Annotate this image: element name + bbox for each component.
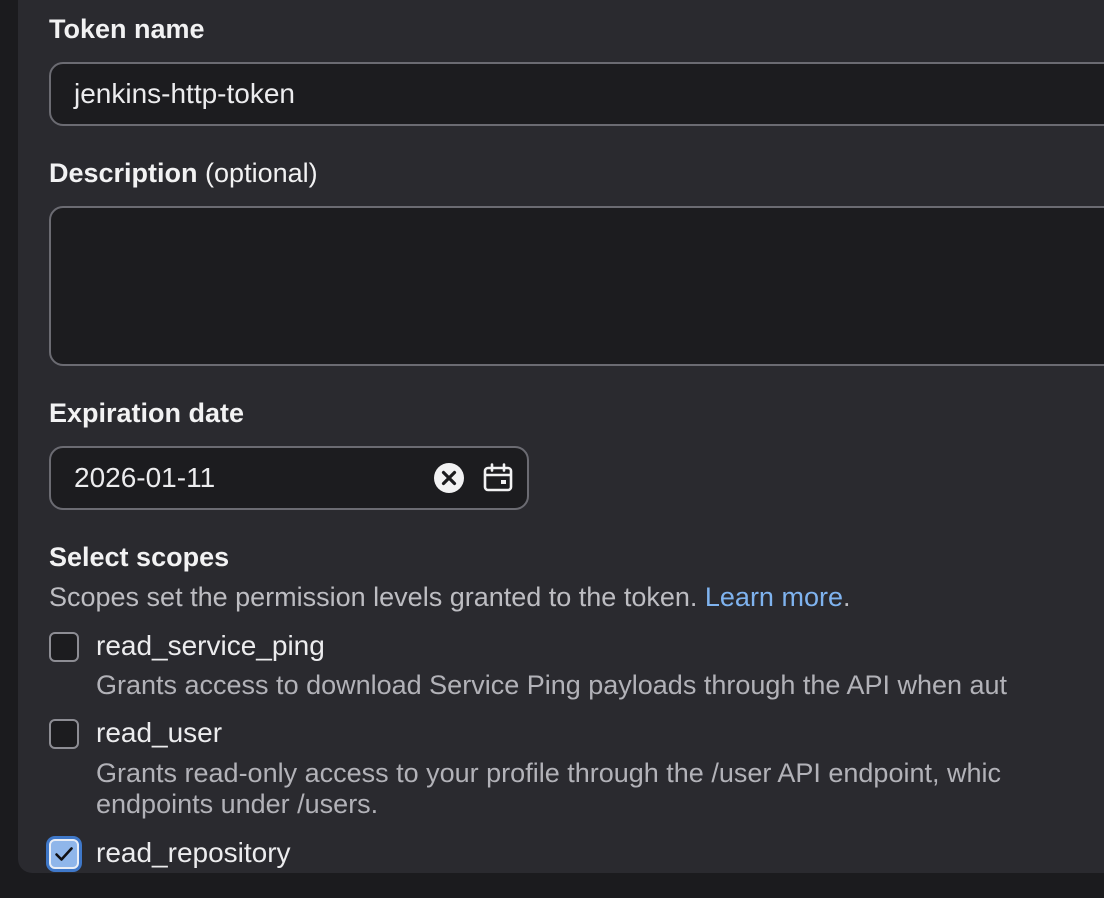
learn-more-link[interactable]: Learn more [705, 582, 843, 612]
token-name-input[interactable]: jenkins-http-token [49, 62, 1104, 126]
description-optional-text: (optional) [205, 158, 318, 188]
read-service-ping-description: Grants access to download Service Ping p… [96, 670, 1008, 700]
scopes-help-sentence: Scopes set the permission levels granted… [49, 582, 698, 612]
description-label-text: Description [49, 158, 198, 188]
read-repository-label[interactable]: read_repository [96, 837, 291, 869]
expiration-date-value: 2026-01-11 [74, 462, 216, 493]
scopes-help-text: Scopes set the permission levels granted… [49, 582, 850, 613]
scopes-help-period: . [842, 582, 851, 612]
expiration-date-label: Expiration date [49, 398, 245, 428]
clear-date-icon[interactable] [433, 462, 465, 494]
read-user-description-line1: Grants read-only access to your profile … [96, 758, 1001, 788]
token-name-value: jenkins-http-token [74, 78, 296, 109]
description-textarea[interactable] [49, 206, 1104, 366]
read-service-ping-label[interactable]: read_service_ping [96, 630, 325, 662]
read-user-checkbox[interactable] [49, 719, 79, 749]
app-frame: Token name jenkins-http-token Descriptio… [0, 0, 1104, 898]
read-repository-checkbox[interactable] [49, 839, 79, 869]
expiration-date-input[interactable]: 2026-01-11 [49, 446, 529, 510]
description-label: Description (optional) [49, 158, 318, 189]
read-user-description-line2: endpoints under /users. [96, 789, 379, 819]
token-form-panel: Token name jenkins-http-token Descriptio… [18, 0, 1104, 873]
checkmark-icon [55, 847, 73, 861]
read-service-ping-checkbox[interactable] [49, 632, 79, 662]
token-name-label: Token name [49, 14, 205, 44]
select-scopes-label: Select scopes [49, 542, 230, 572]
calendar-icon[interactable] [482, 462, 514, 494]
read-user-label[interactable]: read_user [96, 717, 222, 749]
